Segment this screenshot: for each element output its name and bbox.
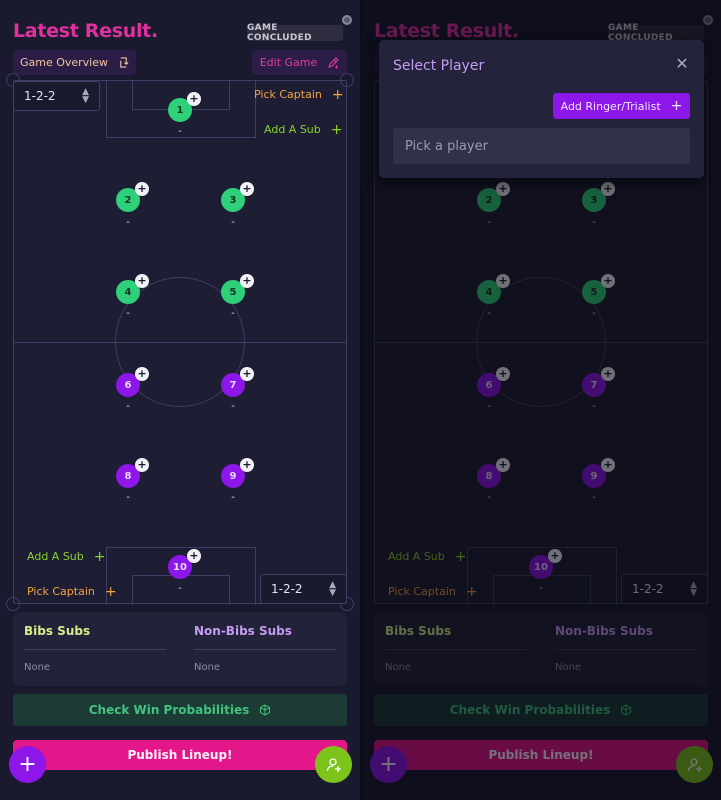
player-name: - [231,217,235,228]
add-user-fab-button[interactable] [315,746,352,783]
subs-panel: Bibs Subs None Non-Bibs Subs None [13,612,347,686]
player-name: - [178,583,182,594]
top-pick-captain-button[interactable]: Pick Captain + [254,86,344,103]
edit-pen-icon [328,56,340,68]
add-player-icon[interactable]: + [187,92,201,106]
player-number: 6 [124,379,132,391]
add-player-icon[interactable]: + [240,182,254,196]
player-name: - [178,126,182,137]
edit-game-button[interactable]: Edit Game [252,50,347,75]
game-overview-label: Game Overview [19,56,109,69]
corner-arc [6,597,20,611]
game-overview-button[interactable]: Game Overview [13,50,136,75]
add-player-icon[interactable]: + [135,458,149,472]
formation-value: 1-2-2 [24,89,56,103]
bottom-pick-captain-button[interactable]: Pick Captain + [27,583,117,600]
bibs-subs-value: None [24,662,51,673]
player-slot-8[interactable]: 8+ [116,458,149,488]
add-player-icon[interactable]: + [135,367,149,381]
lineup-screen-with-modal: Latest Result. GAME CONCLUDED Game Overv… [361,0,721,800]
player-number: 7 [229,379,237,391]
player-number: 2 [124,194,132,206]
add-sub-label: Add A Sub [27,550,84,563]
player-name: - [126,401,130,412]
select-player-modal: Select Player ✕ Add Ringer/Trialist + [379,40,704,178]
player-slot-6[interactable]: 6+ [116,367,149,397]
chevron-updown-icon: ▲▼ [329,580,336,598]
bottom-add-sub-button[interactable]: Add A Sub + [27,548,106,565]
plus-icon: + [330,121,343,138]
add-ringer-trialist-button[interactable]: Add Ringer/Trialist + [553,93,690,119]
player-name: - [231,401,235,412]
player-name: - [126,217,130,228]
chevron-updown-icon: ▲▼ [82,87,89,105]
top-add-sub-button[interactable]: Add A Sub + [264,121,343,138]
add-sub-label: Add A Sub [264,123,321,136]
formation-value: 1-2-2 [271,582,303,596]
pick-player-input[interactable] [393,128,690,164]
add-user-icon [326,757,341,772]
player-number: 8 [124,470,132,482]
dice-icon [260,704,271,716]
screens: Latest Result. GAME CONCLUDED Game Overv… [0,0,721,800]
plus-icon: + [93,548,106,565]
player-name: - [126,492,130,503]
player-number: 3 [229,194,237,206]
divider [194,649,336,650]
add-player-icon[interactable]: + [135,274,149,288]
bibs-subs-title: Bibs Subs [24,624,91,638]
player-slot-1[interactable]: 1 + [168,92,201,122]
player-number: 5 [229,286,237,298]
plus-icon: + [104,583,117,600]
edit-game-label: Edit Game [259,56,318,69]
plus-icon: + [331,86,344,103]
add-player-icon[interactable]: + [240,458,254,472]
player-slot-2[interactable]: 2+ [116,182,149,212]
top-formation-select[interactable]: 1-2-2 ▲ ▼ [13,81,100,111]
page-title: Latest Result. [13,20,158,42]
close-icon[interactable]: ✕ [672,54,692,74]
add-player-icon[interactable]: + [187,549,201,563]
add-player-icon[interactable]: + [240,274,254,288]
player-slot-7[interactable]: 7+ [221,367,254,397]
player-slot-4[interactable]: 4+ [116,274,149,304]
player-name: - [126,308,130,319]
lineup-screen: Latest Result. GAME CONCLUDED Game Overv… [0,0,360,800]
player-slot-3[interactable]: 3+ [221,182,254,212]
divider [24,649,166,650]
player-slot-9[interactable]: 9+ [221,458,254,488]
non-bibs-subs-title: Non-Bibs Subs [194,624,292,638]
corner-arc [340,73,354,87]
add-ringer-label: Add Ringer/Trialist [560,99,661,113]
player-number: 9 [229,470,237,482]
player-name: - [231,492,235,503]
plus-icon: + [18,752,37,777]
status-indicator [342,15,352,25]
pick-captain-label: Pick Captain [254,88,322,101]
status-badge: GAME CONCLUDED [247,23,343,43]
check-win-label: Check Win Probabilities [88,703,250,717]
swap-icon [120,57,129,68]
add-player-icon[interactable]: + [135,182,149,196]
plus-icon: + [670,98,683,114]
modal-title: Select Player [393,58,485,74]
bottom-formation-select[interactable]: 1-2-2 ▲▼ [260,574,347,604]
publish-lineup-button[interactable]: Publish Lineup! [13,740,347,770]
add-fab-button[interactable]: + [9,746,46,783]
check-win-probabilities-button[interactable]: Check Win Probabilities [13,694,347,726]
add-player-icon[interactable]: + [240,367,254,381]
player-slot-10[interactable]: 10+ [168,549,201,579]
non-bibs-subs-value: None [194,662,221,673]
player-number: 10 [173,561,187,573]
player-number: 4 [124,286,132,298]
player-slot-5[interactable]: 5+ [221,274,254,304]
pick-captain-label: Pick Captain [27,585,95,598]
player-name: - [231,308,235,319]
player-number: 1 [176,104,184,116]
pitch [6,73,354,611]
